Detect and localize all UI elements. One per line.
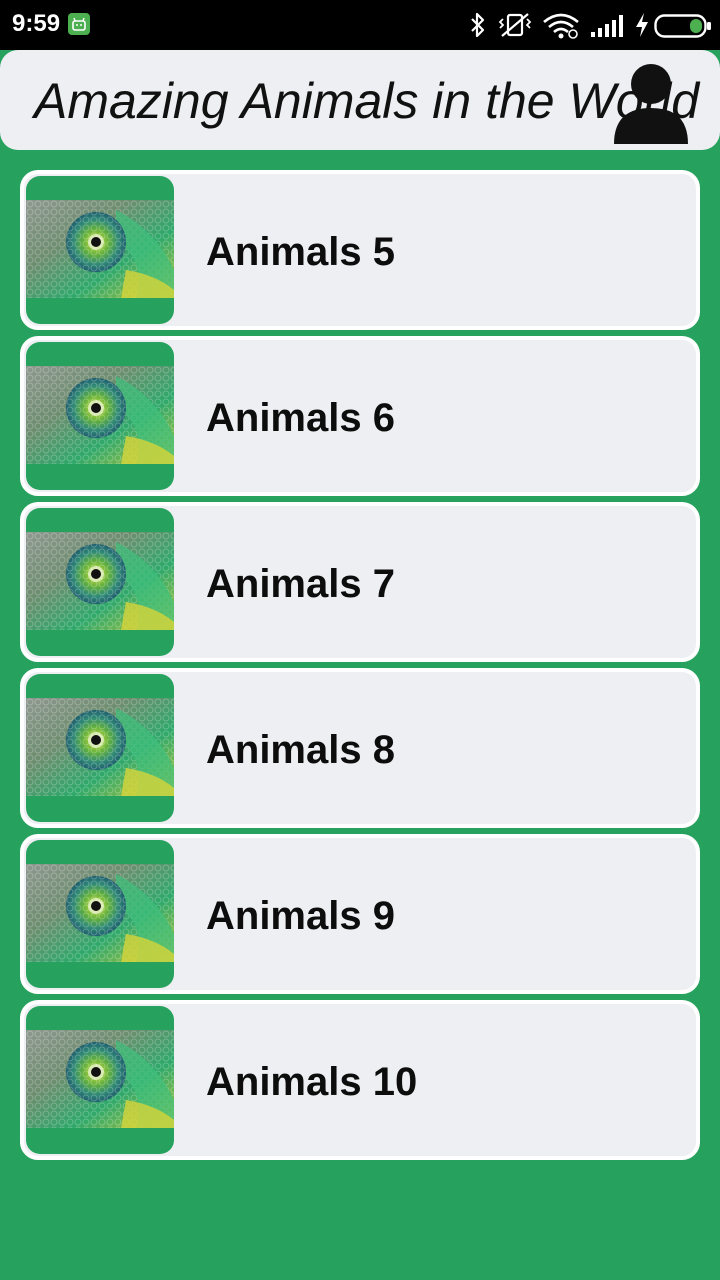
thumbnail-frame	[26, 674, 174, 822]
bluetooth-icon	[471, 12, 485, 38]
vibrate-off-icon	[498, 13, 532, 37]
list-item-label: Animals 7	[206, 562, 395, 606]
animal-list: Animals 5 Animals 6 Animals 7 Animals 8 …	[20, 170, 700, 1166]
chameleon-eye-image	[26, 366, 174, 464]
wifi-icon	[543, 13, 579, 39]
list-item-label: Animals 9	[206, 894, 395, 938]
list-item[interactable]: Animals 10	[20, 1000, 700, 1160]
chameleon-eye-image	[26, 1030, 174, 1128]
list-item[interactable]: Animals 8	[20, 668, 700, 828]
chameleon-eye-image	[26, 698, 174, 796]
charging-icon	[636, 13, 648, 37]
chameleon-eye-image	[26, 200, 174, 298]
thumbnail-frame	[26, 840, 174, 988]
thumbnail-frame	[26, 1006, 174, 1154]
list-item[interactable]: Animals 5	[20, 170, 700, 330]
list-item[interactable]: Animals 6	[20, 336, 700, 496]
android-notification-icon	[68, 13, 90, 35]
battery-icon	[654, 14, 711, 38]
profile-icon[interactable]	[608, 58, 694, 144]
list-item-label: Animals 5	[206, 230, 395, 274]
chameleon-eye-image	[26, 864, 174, 962]
list-item[interactable]: Animals 9	[20, 834, 700, 994]
list-item-label: Animals 6	[206, 396, 395, 440]
signal-icon	[591, 15, 623, 37]
status-bar: 9:59	[0, 0, 720, 50]
thumbnail-frame	[26, 342, 174, 490]
list-item-label: Animals 8	[206, 728, 395, 772]
page-title: Amazing Animals in the World	[34, 73, 700, 129]
thumbnail-frame	[26, 176, 174, 324]
app-header: Amazing Animals in the World	[0, 50, 720, 150]
list-item[interactable]: Animals 7	[20, 502, 700, 662]
list-item-label: Animals 10	[206, 1060, 418, 1104]
status-time: 9:59	[12, 10, 61, 37]
chameleon-eye-image	[26, 532, 174, 630]
thumbnail-frame	[26, 508, 174, 656]
